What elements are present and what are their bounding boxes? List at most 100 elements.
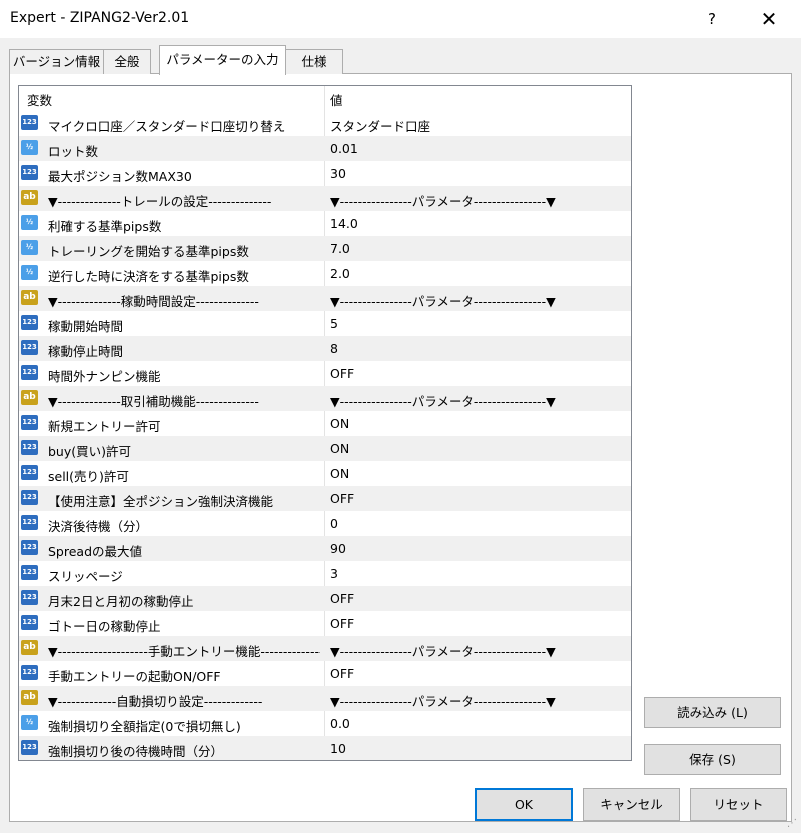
resize-grip-icon[interactable]: ⋰: [787, 818, 799, 830]
reset-button[interactable]: リセット: [690, 788, 787, 821]
variable-name-cell: ▼-------------自動損切り設定-------------: [48, 694, 263, 709]
variable-value-cell[interactable]: 30: [330, 166, 626, 181]
table-row[interactable]: ½ 逆行した時に決済をする基準pips数 2.0: [19, 261, 631, 286]
string-type-icon: ab: [21, 690, 38, 705]
string-type-icon: ab: [21, 640, 38, 655]
variable-value-cell[interactable]: ▼----------------パラメータ----------------▼: [330, 291, 626, 310]
variable-value-cell[interactable]: 90: [330, 541, 626, 556]
integer-type-icon: 123: [21, 465, 38, 480]
variable-value-cell[interactable]: ON: [330, 441, 626, 456]
variable-value-cell[interactable]: 0.0: [330, 716, 626, 731]
variable-name-cell: 【使用注意】全ポジション強制決済機能: [48, 494, 274, 509]
variable-value-cell[interactable]: 0: [330, 516, 626, 531]
grid-header: 変数 値: [19, 86, 631, 111]
table-row[interactable]: ab ▼--------------取引補助機能-------------- ▼--…: [19, 386, 631, 411]
window-title: Expert - ZIPANG2-Ver2.01: [10, 10, 190, 26]
integer-type-icon: 123: [21, 615, 38, 630]
variable-value-cell[interactable]: ▼----------------パラメータ----------------▼: [330, 691, 626, 710]
load-button[interactable]: 読み込み (L): [644, 697, 781, 728]
variable-value-cell[interactable]: 2.0: [330, 266, 626, 281]
tab-parameters[interactable]: パラメーターの入力: [159, 45, 286, 75]
variable-name-cell: 稼動停止時間: [48, 344, 124, 359]
integer-type-icon: 123: [21, 740, 38, 755]
tab-version-info[interactable]: バージョン情報: [9, 49, 104, 74]
variable-name-cell: スリッページ: [48, 569, 123, 584]
variable-value-cell[interactable]: ▼----------------パラメータ----------------▼: [330, 191, 626, 210]
double-type-icon: ½: [21, 715, 38, 730]
variable-value-cell[interactable]: OFF: [330, 366, 626, 381]
variable-name-cell: ▼--------------トレールの設定--------------: [48, 194, 272, 209]
variable-value-cell[interactable]: OFF: [330, 491, 626, 506]
integer-type-icon: 123: [21, 665, 38, 680]
header-variable[interactable]: 変数: [27, 90, 52, 109]
table-row[interactable]: 123 スリッページ 3: [19, 561, 631, 586]
variable-value-cell[interactable]: 7.0: [330, 241, 626, 256]
table-row[interactable]: 123 稼動開始時間 5: [19, 311, 631, 336]
table-row[interactable]: 123 マイクロ口座／スタンダード口座切り替え スタンダード口座: [19, 111, 631, 136]
tab-general[interactable]: 全般: [103, 49, 151, 74]
table-row[interactable]: 123 【使用注意】全ポジション強制決済機能 OFF: [19, 486, 631, 511]
variable-value-cell[interactable]: 10: [330, 741, 626, 756]
variable-value-cell[interactable]: 14.0: [330, 216, 626, 231]
table-row[interactable]: 123 ゴトー日の稼動停止 OFF: [19, 611, 631, 636]
variable-name-cell: ▼--------------取引補助機能--------------: [48, 394, 259, 409]
table-row[interactable]: 123 手動エントリーの起動ON/OFF OFF: [19, 661, 631, 686]
integer-type-icon: 123: [21, 590, 38, 605]
variable-value-cell[interactable]: OFF: [330, 616, 626, 631]
integer-type-icon: 123: [21, 315, 38, 330]
integer-type-icon: 123: [21, 340, 38, 355]
close-button[interactable]: ✕: [754, 6, 784, 32]
header-value[interactable]: 値: [330, 90, 343, 109]
save-button[interactable]: 保存 (S): [644, 744, 781, 775]
variable-name-cell: 月末2日と月初の稼動停止: [48, 594, 194, 609]
variable-name-cell: 強制損切り後の待機時間（分）: [48, 744, 224, 759]
variable-value-cell[interactable]: OFF: [330, 666, 626, 681]
table-row[interactable]: 123 強制損切り後の待機時間（分） 10: [19, 736, 631, 760]
table-row[interactable]: 123 新規エントリー許可 ON: [19, 411, 631, 436]
table-row[interactable]: 123 決済後待機（分） 0: [19, 511, 631, 536]
table-row[interactable]: 123 sell(売り)許可 ON: [19, 461, 631, 486]
table-row[interactable]: 123 時間外ナンピン機能 OFF: [19, 361, 631, 386]
integer-type-icon: 123: [21, 565, 38, 580]
variable-name-cell: ▼--------------------手動エントリー機能----------…: [48, 644, 320, 659]
table-row[interactable]: ½ ロット数 0.01: [19, 136, 631, 161]
variable-value-cell[interactable]: 5: [330, 316, 626, 331]
table-row[interactable]: ½ 利確する基準pips数 14.0: [19, 211, 631, 236]
help-button[interactable]: ?: [700, 8, 724, 30]
table-row[interactable]: 123 最大ポジション数MAX30 30: [19, 161, 631, 186]
variable-value-cell[interactable]: ON: [330, 466, 626, 481]
integer-type-icon: 123: [21, 515, 38, 530]
variable-name-cell: sell(売り)許可: [48, 469, 129, 484]
variable-value-cell[interactable]: スタンダード口座: [330, 116, 626, 135]
ok-button[interactable]: OK: [475, 788, 573, 821]
table-row[interactable]: 123 buy(買い)許可 ON: [19, 436, 631, 461]
variable-value-cell[interactable]: 3: [330, 566, 626, 581]
table-row[interactable]: ab ▼-------------自動損切り設定------------- ▼---…: [19, 686, 631, 711]
table-row[interactable]: ab ▼--------------------手動エントリー機能--------…: [19, 636, 631, 661]
cancel-button[interactable]: キャンセル: [583, 788, 680, 821]
table-row[interactable]: 123 Spreadの最大値 90: [19, 536, 631, 561]
variable-name-cell: ロット数: [48, 144, 99, 159]
integer-type-icon: 123: [21, 415, 38, 430]
variable-value-cell[interactable]: OFF: [330, 591, 626, 606]
table-row[interactable]: ab ▼--------------稼動時間設定-------------- ▼--…: [19, 286, 631, 311]
integer-type-icon: 123: [21, 440, 38, 455]
tab-specification[interactable]: 仕様: [285, 49, 343, 74]
integer-type-icon: 123: [21, 540, 38, 555]
table-row[interactable]: ½ 強制損切り全額指定(0で損切無し) 0.0: [19, 711, 631, 736]
table-row[interactable]: ½ トレーリングを開始する基準pips数 7.0: [19, 236, 631, 261]
table-row[interactable]: ab ▼--------------トレールの設定-------------- ▼-…: [19, 186, 631, 211]
variable-name-cell: 利確する基準pips数: [48, 219, 162, 234]
variable-name-cell: ▼--------------稼動時間設定--------------: [48, 294, 259, 309]
variable-value-cell[interactable]: 0.01: [330, 141, 626, 156]
table-row[interactable]: 123 稼動停止時間 8: [19, 336, 631, 361]
variable-name-cell: 決済後待機（分）: [48, 519, 149, 534]
variable-name-cell: トレーリングを開始する基準pips数: [48, 244, 249, 259]
variable-name-cell: 最大ポジション数MAX30: [48, 169, 192, 184]
variable-value-cell[interactable]: ▼----------------パラメータ----------------▼: [330, 641, 626, 660]
variable-value-cell[interactable]: ON: [330, 416, 626, 431]
variable-value-cell[interactable]: ▼----------------パラメータ----------------▼: [330, 391, 626, 410]
variable-value-cell[interactable]: 8: [330, 341, 626, 356]
table-row[interactable]: 123 月末2日と月初の稼動停止 OFF: [19, 586, 631, 611]
variable-name-cell: 時間外ナンピン機能: [48, 369, 161, 384]
